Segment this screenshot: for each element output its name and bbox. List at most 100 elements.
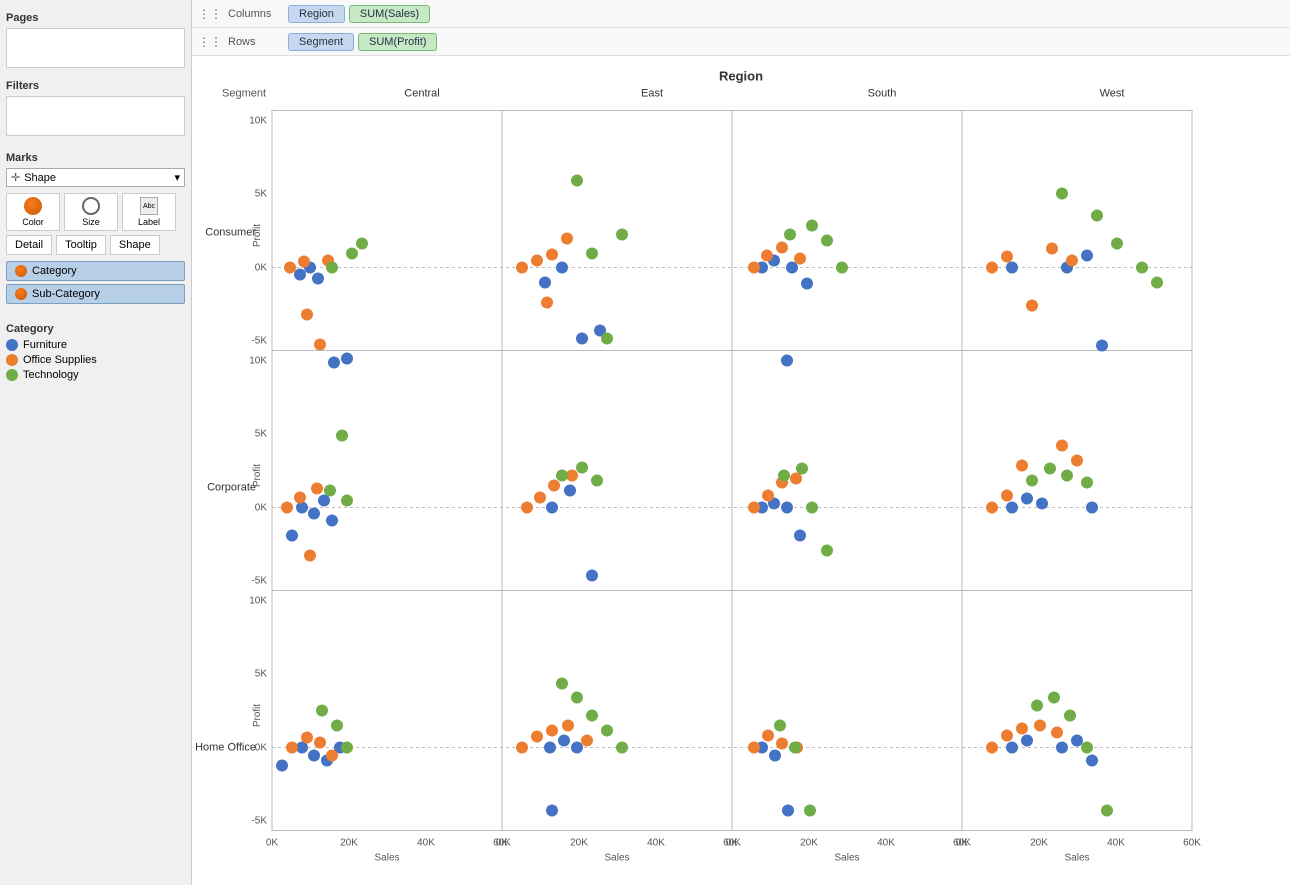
dot [1136,262,1148,274]
dot [986,502,998,514]
dot [748,502,760,514]
marks-icons-row: Color Size Abc Label [6,193,185,231]
tooltip-button[interactable]: Tooltip [56,235,106,255]
dot [1006,502,1018,514]
marks-type-label: Shape [24,172,174,184]
category-pill[interactable]: Category [6,261,185,281]
detail-button[interactable]: Detail [6,235,52,255]
dot [558,735,570,747]
x-60k-c4: 60K [1183,838,1201,849]
dot [1064,710,1076,722]
dot [341,742,353,754]
dot [821,545,833,557]
columns-region-pill[interactable]: Region [288,5,345,23]
size-button[interactable]: Size [64,193,118,231]
dot [784,229,796,241]
dot [286,742,298,754]
main-panel: ⋮⋮ Columns Region SUM(Sales) ⋮⋮ Rows Seg… [192,0,1290,885]
rows-segment-pill[interactable]: Segment [288,33,354,51]
marks-section: Marks ✛ Shape ▾ Color Size Abc Label Det… [6,148,185,307]
rows-shelf: ⋮⋮ Rows Segment SUM(Profit) [192,28,1290,56]
dot [801,278,813,290]
profit-axis-r3: Profit [252,704,263,728]
dot [544,742,556,754]
dot [308,508,320,520]
pages-title: Pages [6,12,185,24]
columns-label: Columns [228,8,280,20]
dot [769,750,781,762]
dot [281,502,293,514]
panel-r3c2 [502,591,732,831]
dot [1056,440,1068,452]
legend-office: Office Supplies [6,354,185,366]
dot [1061,470,1073,482]
y-0k-r2: 0K [255,503,268,514]
dot [571,742,583,754]
rows-profit-pill[interactable]: SUM(Profit) [358,33,437,51]
x-20k-c2: 20K [570,838,588,849]
dot [1081,477,1093,489]
color-button[interactable]: Color [6,193,60,231]
dot [796,463,808,475]
sidebar: Pages Filters Marks ✛ Shape ▾ Color Size… [0,0,192,885]
dot [762,490,774,502]
dot [1006,262,1018,274]
y-5k-r3: 5K [255,669,268,680]
dot [781,355,793,367]
dot [1031,700,1043,712]
dot [1096,340,1108,352]
dot [516,262,528,274]
panel-r3c1 [272,591,502,831]
label-icon: Abc [140,197,158,215]
dot [341,353,353,365]
dot [516,742,528,754]
dot [304,550,316,562]
marks-row2: Detail Tooltip Shape [6,235,185,255]
dot [806,502,818,514]
dot [616,229,628,241]
shape-button[interactable]: Shape [110,235,160,255]
dot [571,692,583,704]
dot [806,220,818,232]
rows-label: Rows [228,36,280,48]
category-legend: Category Furniture Office Supplies Techn… [6,319,185,384]
dot [1001,730,1013,742]
dot [556,262,568,274]
marks-title: Marks [6,152,185,164]
x-40k-c2: 40K [647,838,665,849]
dot [1081,250,1093,262]
dot [531,731,543,743]
y-10k-r3: 10K [249,596,267,607]
x-40k-c3: 40K [877,838,895,849]
y-5k-r1: 5K [255,189,268,200]
dot [546,249,558,261]
dot [286,530,298,542]
dot [331,720,343,732]
label-button[interactable]: Abc Label [122,193,176,231]
dot [776,738,788,750]
panel-r2c4 [962,351,1192,591]
subcategory-pill[interactable]: Sub-Category [6,284,185,304]
dot [789,742,801,754]
dot [794,253,806,265]
category-pill-label: Category [32,265,77,277]
columns-sales-pill[interactable]: SUM(Sales) [349,5,430,23]
dot [586,248,598,260]
label-label: Label [138,217,160,227]
marks-type-dropdown[interactable]: ✛ Shape ▾ [6,168,185,187]
x-0k-c3: 0K [726,838,739,849]
dot [1071,455,1083,467]
dot [548,480,560,492]
dot [748,262,760,274]
sales-title-c4: Sales [1064,853,1089,864]
color-icon [24,197,42,215]
panel-r1c4 [962,111,1192,351]
profit-axis-r1: Profit [252,224,263,248]
furniture-label: Furniture [23,339,67,351]
dot [1056,188,1068,200]
dot [1081,742,1093,754]
dot [1026,300,1038,312]
dot [294,492,306,504]
dot [301,732,313,744]
dot [541,297,553,309]
